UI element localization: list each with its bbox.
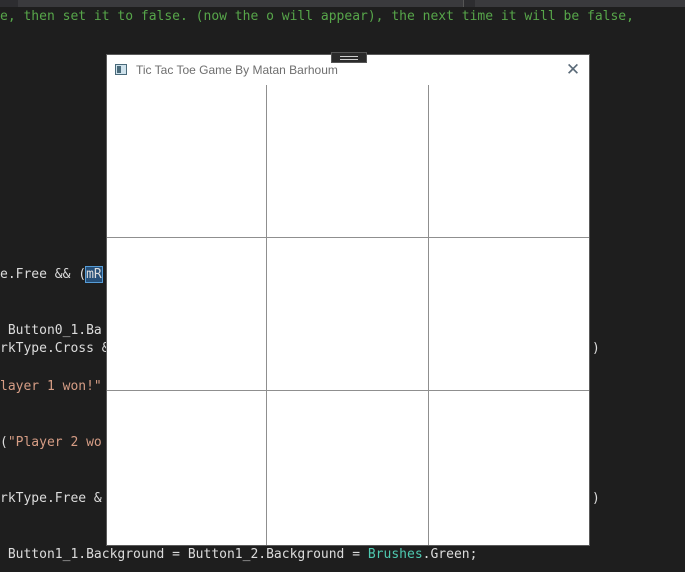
drag-handle-icon[interactable]	[331, 52, 367, 63]
code-line: e.Free && (mR	[0, 266, 103, 283]
board-cell-1-2[interactable]	[429, 238, 589, 391]
board-cell-1-1[interactable]	[267, 238, 429, 391]
code-line: ("Player 2 wo	[0, 435, 102, 450]
editor-tab-strip	[0, 0, 685, 7]
code-line: Button0_1.Ba	[0, 323, 102, 338]
board-cell-1-0[interactable]	[107, 238, 267, 391]
window-titlebar[interactable]: Tic Tac Toe Game By Matan Barhoum ✕	[107, 52, 589, 86]
board-cell-2-1[interactable]	[267, 391, 429, 545]
window-title: Tic Tac Toe Game By Matan Barhoum	[136, 63, 338, 77]
board-cell-2-2[interactable]	[429, 391, 589, 545]
board-cell-0-2[interactable]	[429, 85, 589, 238]
code-fragment-right: )	[592, 341, 600, 356]
code-fragment-right: )	[592, 491, 600, 506]
board-cell-0-0[interactable]	[107, 85, 267, 238]
code-line: Button1_1.Background = Button1_2.Backgro…	[0, 547, 478, 562]
game-board	[107, 85, 589, 545]
code-line: layer 1 won!"	[0, 379, 102, 394]
code-line: rkType.Free &	[0, 491, 102, 506]
board-cell-2-0[interactable]	[107, 391, 267, 545]
code-line: rkType.Cross &	[0, 341, 110, 356]
close-button[interactable]: ✕	[561, 58, 585, 82]
editor-tab-main-window-xaml[interactable]	[475, 0, 685, 7]
editor-tab-main-window-cs[interactable]	[18, 0, 464, 7]
window-app-icon	[115, 64, 127, 75]
board-cell-0-1[interactable]	[267, 85, 429, 238]
tic-tac-toe-window: Tic Tac Toe Game By Matan Barhoum ✕	[106, 52, 590, 546]
code-line: e, then set it to false. (now the o will…	[0, 9, 642, 24]
